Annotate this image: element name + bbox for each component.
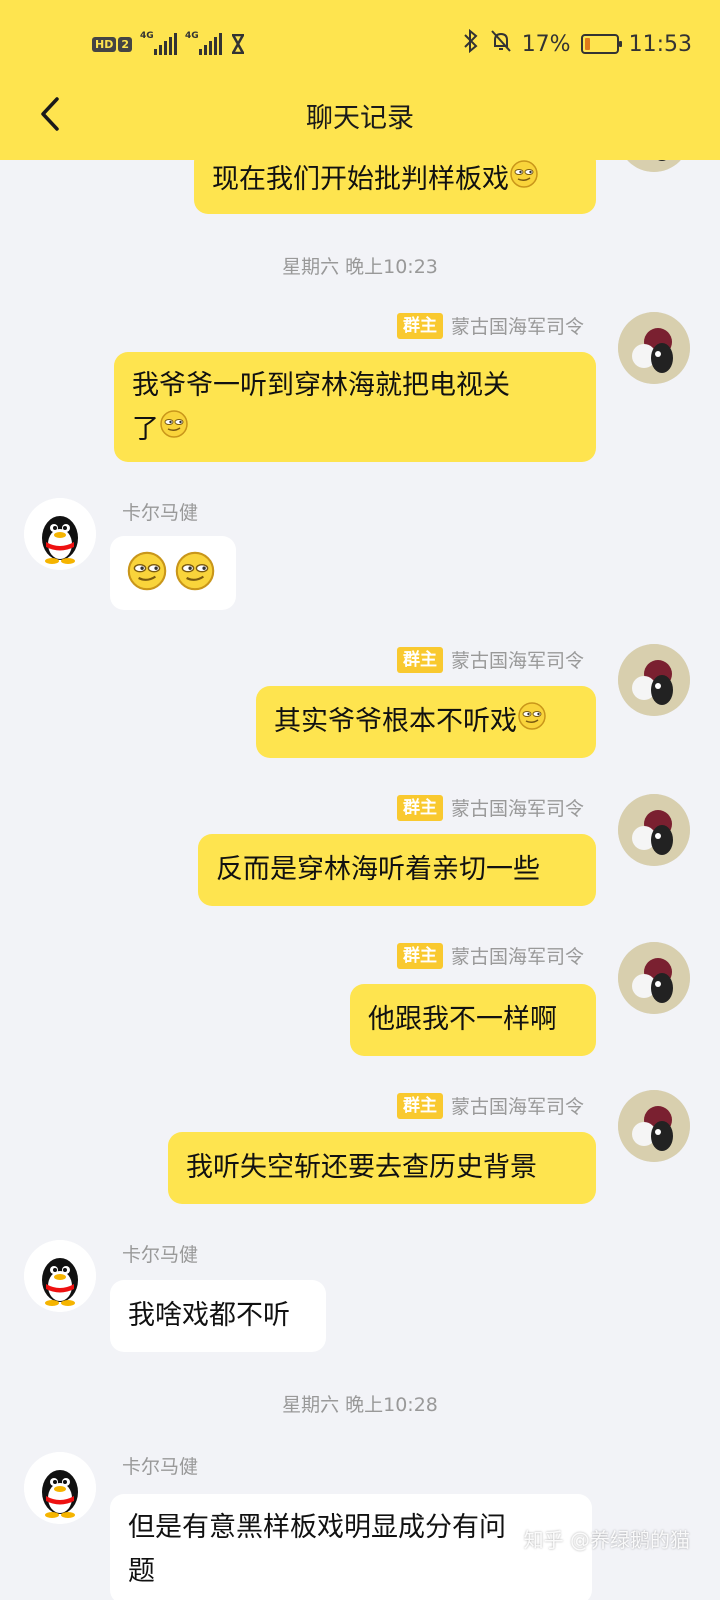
smirk-emoji-icon [126, 550, 168, 596]
sender-name[interactable]: 蒙古国海军司令 [451, 942, 584, 969]
sender-row: 群主 蒙古国海军司令 [396, 646, 584, 673]
message-bubble[interactable]: 其实爷爷根本不听戏 [256, 686, 596, 758]
message-text: 我啥戏都不听 [128, 1300, 290, 1331]
message-bubble[interactable]: 我听失空斩还要去查历史背景 [168, 1132, 596, 1204]
avatar-qq-penguin[interactable] [24, 1240, 96, 1312]
timestamp: 星期六 晚上10:23 [282, 256, 438, 278]
message-text-line: 但是有意黑样板戏明显成分有问 [128, 1512, 506, 1543]
sender-row: 卡尔马健 [122, 1452, 198, 1479]
sender-name[interactable]: 卡尔马健 [122, 1452, 198, 1479]
avatar-mole[interactable] [618, 794, 690, 866]
sender-name[interactable]: 蒙古国海军司令 [451, 794, 584, 821]
message-bubble[interactable]: 他跟我不一样啊 [350, 984, 596, 1056]
owner-badge: 群主 [396, 1092, 443, 1119]
message-text-line: 我爷爷一听到穿林海就把电视关 [132, 370, 510, 401]
message-bubble[interactable]: 反而是穿林海听着亲切一些 [198, 834, 596, 906]
sender-name[interactable]: 蒙古国海军司令 [451, 312, 584, 339]
sender-name[interactable]: 卡尔马健 [122, 1240, 198, 1267]
owner-badge: 群主 [396, 646, 443, 673]
watermark: 知乎 @养绿鹅的猫 [523, 1528, 690, 1552]
message-text: 反而是穿林海听着亲切一些 [216, 854, 540, 885]
owner-badge: 群主 [396, 942, 443, 969]
message-bubble-emoji[interactable] [110, 536, 236, 610]
message-bubble[interactable]: 我啥戏都不听 [110, 1280, 326, 1352]
smirk-emoji-icon [517, 701, 547, 745]
message-text-line: 题 [128, 1556, 155, 1587]
bluetooth-icon [462, 28, 480, 59]
timestamp: 星期六 晚上10:28 [282, 1394, 438, 1416]
hourglass-icon [230, 33, 246, 55]
message-text-line: 了 [132, 414, 159, 445]
message-bubble[interactable]: 但是有意黑样板戏明显成分有问 题 [110, 1494, 592, 1600]
cell-signal-icon: 4G [185, 31, 222, 55]
message-text: 现在我们开始批判样板戏 [212, 164, 509, 195]
sender-row: 群主 蒙古国海军司令 [396, 312, 584, 339]
bell-muted-icon [490, 29, 512, 59]
top-bar: HD 2 4G 4G 17% 11:53 聊天记录 [0, 0, 720, 160]
sender-name[interactable]: 蒙古国海军司令 [451, 646, 584, 673]
battery-icon [580, 34, 622, 54]
sender-row: 群主 蒙古国海军司令 [396, 1092, 584, 1119]
battery-percent: 17% [521, 31, 571, 57]
status-bar-left: HD 2 4G 4G [92, 30, 246, 58]
avatar-qq-penguin[interactable] [24, 498, 96, 570]
avatar-mole[interactable] [618, 644, 690, 716]
sender-row: 群主 蒙古国海军司令 [396, 942, 584, 969]
message-text: 他跟我不一样啊 [368, 1004, 557, 1035]
owner-badge: 群主 [396, 312, 443, 339]
clock-time: 11:53 [628, 31, 692, 57]
sender-row: 卡尔马健 [122, 498, 198, 525]
hd-voice-icon: HD 2 [92, 34, 132, 54]
sender-name[interactable]: 卡尔马健 [122, 498, 198, 525]
message-text: 我听失空斩还要去查历史背景 [186, 1152, 537, 1183]
sender-row: 卡尔马健 [122, 1240, 198, 1267]
owner-badge: 群主 [396, 794, 443, 821]
sender-row: 群主 蒙古国海军司令 [396, 794, 584, 821]
avatar-mole[interactable] [618, 942, 690, 1014]
smirk-emoji-icon [174, 550, 216, 596]
message-bubble[interactable]: 我爷爷一听到穿林海就把电视关 了 [114, 352, 596, 462]
avatar-qq-penguin[interactable] [24, 1452, 96, 1524]
message-text: 其实爷爷根本不听戏 [274, 706, 517, 737]
status-bar-right: 17% 11:53 [462, 28, 692, 60]
cell-signal-icon: 4G [140, 31, 177, 55]
sender-name[interactable]: 蒙古国海军司令 [451, 1092, 584, 1119]
page-title: 聊天记录 [306, 103, 414, 134]
smirk-emoji-icon [159, 409, 189, 453]
avatar-mole[interactable] [618, 312, 690, 384]
avatar-mole[interactable] [618, 1090, 690, 1162]
smirk-emoji-icon [509, 159, 539, 203]
